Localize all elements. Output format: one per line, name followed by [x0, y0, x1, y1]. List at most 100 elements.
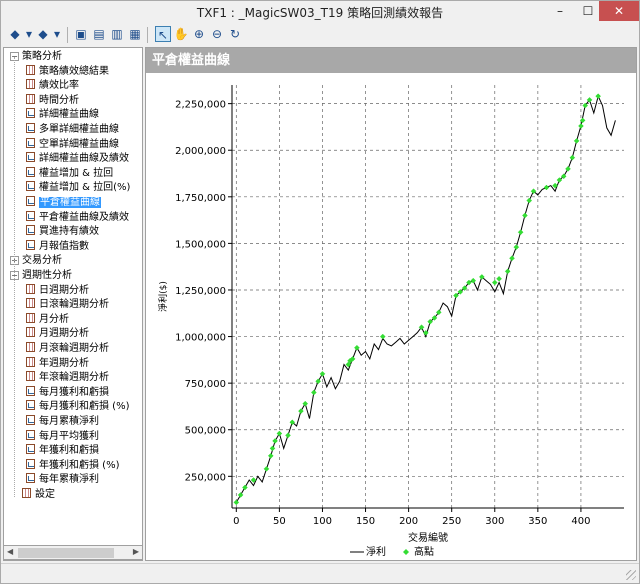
chart-page-icon [26, 400, 35, 411]
chart-page-icon [26, 429, 35, 440]
title-bar: TXF1 : _MagicSW03_T19 策略回測績效報告 – ☐ ✕ [1, 1, 639, 23]
dropdown-icon[interactable]: ▾ [49, 26, 65, 42]
tree-item[interactable]: 平倉權益曲線 [26, 196, 101, 210]
scrollbar-thumb[interactable] [18, 548, 114, 558]
calculator-icon[interactable]: ▦ [127, 26, 143, 42]
pointer-icon[interactable]: ↖ [155, 26, 171, 42]
x-tick-label: 150 [356, 516, 375, 527]
tree-item-label: 時間分析 [39, 94, 79, 106]
tree-item[interactable]: 月週期分析 [26, 327, 89, 341]
tree-item-label: 交易分析 [22, 255, 62, 267]
hand-icon[interactable]: ✋ [173, 26, 189, 42]
tree-item-label: 週期性分析 [22, 270, 72, 281]
tree-item[interactable]: 年週期分析 [26, 356, 89, 371]
status-bar [1, 563, 639, 583]
save-icon[interactable]: ▣ [73, 26, 89, 42]
tree-item[interactable]: 年滾輪週期分析 [26, 371, 109, 385]
print-icon[interactable]: ▥ [109, 26, 125, 42]
high-point-marker [242, 484, 248, 491]
tree-item[interactable]: 年獲利和虧損 (%) [26, 458, 119, 473]
resize-grip[interactable] [626, 570, 636, 580]
tree-item[interactable]: 每月獲利和虧損 (%) [26, 400, 129, 414]
y-tick-label: 250,000 [185, 472, 226, 483]
high-point-marker [302, 400, 309, 407]
tree-item[interactable]: 權益增加 & 拉回(%) [26, 181, 130, 195]
high-point-marker [517, 229, 524, 236]
tree-group[interactable]: + 交易分析 [10, 254, 62, 268]
high-point-marker [298, 408, 304, 414]
chart-page-icon [26, 385, 35, 396]
tree-item-label: 詳細權益曲線及績效 [39, 153, 129, 165]
high-point-marker [267, 452, 274, 459]
table-page-icon [26, 283, 35, 294]
grid-layer [232, 85, 624, 508]
tree-item[interactable]: 平倉權益曲線及績效 [26, 210, 129, 225]
tree-item[interactable]: 策略績效總結果 [26, 64, 109, 79]
tree-item-label: 月報值指數 [39, 240, 89, 252]
high-point-marker [319, 370, 326, 377]
high-point-marker [496, 275, 502, 282]
tree-item[interactable]: 每月平均獲利 [26, 429, 99, 444]
tree-item[interactable]: 年獲利和虧損 [26, 444, 99, 458]
tree-item[interactable]: 每月累積淨利 [26, 415, 99, 429]
close-button[interactable]: ✕ [599, 1, 639, 21]
y-tick-label: 2,000,000 [175, 146, 226, 157]
tree-item[interactable]: 空單詳細權益曲線 [26, 137, 119, 152]
minimize-button[interactable]: – [547, 1, 573, 21]
chart-page-icon [26, 225, 35, 236]
tree-item[interactable]: 權益增加 & 拉回 [26, 166, 113, 181]
high-point-marker [276, 430, 283, 437]
tree-item-label: 月週期分析 [39, 328, 89, 340]
tree-item[interactable]: 買進持有績效 [26, 225, 99, 239]
tree-group[interactable]: − 策略分析 [10, 50, 62, 64]
legend-layer: 淨利 高點 [350, 545, 434, 558]
table-page-icon [26, 298, 35, 309]
tree-item[interactable]: 多單詳細權益曲線 [26, 123, 119, 137]
scroll-left-icon[interactable]: ◀ [7, 547, 13, 556]
high-point-marker [573, 138, 580, 144]
maximize-button[interactable]: ☐ [575, 1, 601, 21]
table-page-icon [26, 371, 35, 382]
tree-item-label: 日週期分析 [39, 284, 89, 296]
table-page-icon [26, 312, 35, 323]
tree-item[interactable]: 每月獲利和虧損 [26, 385, 109, 400]
series-layer [233, 93, 616, 506]
tree-horizontal-scrollbar[interactable]: ◀ ▶ [3, 545, 143, 560]
tree-item[interactable]: 月報值指數 [26, 239, 89, 254]
tree-item[interactable]: 時間分析 [26, 93, 79, 108]
chart-page-icon [26, 152, 35, 163]
x-tick-label: 200 [399, 516, 418, 527]
y-tick-label: 1,250,000 [175, 286, 226, 297]
x-axis-title: 交易編號 [408, 531, 448, 544]
tree-item-label: 年獲利和虧損 [39, 445, 99, 457]
tree-item[interactable]: 日週期分析 [26, 283, 89, 298]
export-icon[interactable]: ▤ [91, 26, 107, 42]
chart-page-icon [26, 181, 35, 192]
report-window: TXF1 : _MagicSW03_T19 策略回測績效報告 – ☐ ✕ ◆ ▾ ◆… [0, 0, 640, 584]
tree-item[interactable]: 月滾輪週期分析 [26, 342, 109, 356]
x-tick-label: 100 [313, 516, 332, 527]
zoom-in-icon[interactable]: ⊕ [191, 26, 207, 42]
scroll-right-icon[interactable]: ▶ [133, 547, 139, 556]
y-tick-label: 500,000 [185, 426, 226, 437]
tree-item[interactable]: 日滾輪週期分析 [26, 298, 109, 312]
refresh-icon[interactable]: ↻ [227, 26, 243, 42]
high-point-marker [310, 389, 317, 396]
tree-item[interactable]: 每年累積淨利 [26, 473, 99, 487]
legend-label-net-profit: 淨利 [366, 546, 386, 558]
tree-item-label: 策略績效總結果 [39, 65, 109, 77]
table-page-icon [26, 64, 35, 75]
tree-group[interactable]: − 週期性分析 [10, 269, 72, 283]
tree-item[interactable]: 月分析 [26, 312, 69, 327]
zoom-out-icon[interactable]: ⊖ [209, 26, 225, 42]
high-point-marker [543, 184, 550, 191]
y-tick-label: 750,000 [185, 379, 226, 390]
tree-item-label: 每月獲利和虧損 [39, 386, 109, 398]
tree-item-label: 詳細權益曲線 [39, 109, 99, 121]
high-point-marker [379, 333, 386, 340]
tree-item[interactable]: 詳細權益曲線及績效 [26, 152, 129, 166]
tree-group[interactable]: 設定 [10, 488, 55, 502]
tree-item[interactable]: 詳細權益曲線 [26, 108, 99, 122]
high-point-marker [354, 344, 360, 351]
tree-item[interactable]: 績效比率 [26, 79, 79, 93]
